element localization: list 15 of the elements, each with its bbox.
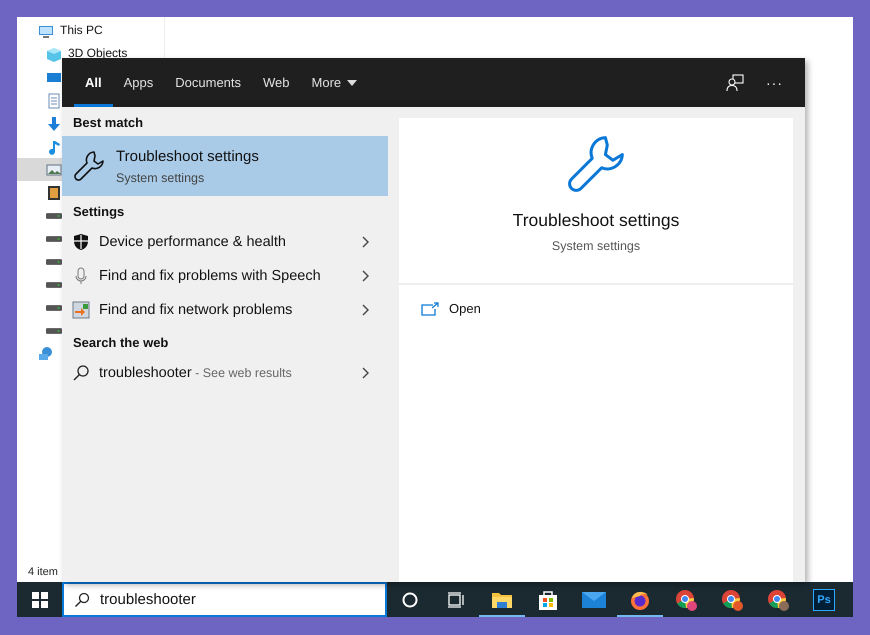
tree-label: 3D Objects: [68, 46, 128, 58]
result-label: troubleshooter - See web results: [99, 365, 293, 381]
result-label: Device performance & health: [99, 234, 287, 250]
photoshop-logo: Ps: [813, 588, 835, 610]
preview-subtitle: System settings: [552, 239, 640, 253]
result-label: Find and fix problems with Speech: [99, 268, 322, 284]
result-title: Troubleshoot settings: [116, 148, 259, 164]
tree-label: This PC: [60, 24, 103, 36]
section-heading: Settings: [72, 203, 126, 221]
status-text: 4 item: [27, 566, 59, 580]
preview-title: Troubleshoot settings: [512, 210, 680, 231]
result-subtitle: System settings: [116, 170, 206, 184]
result-label: Find and fix network problems: [99, 302, 294, 318]
section-heading: Search the web: [72, 334, 170, 352]
section-heading: Best match: [72, 114, 144, 132]
